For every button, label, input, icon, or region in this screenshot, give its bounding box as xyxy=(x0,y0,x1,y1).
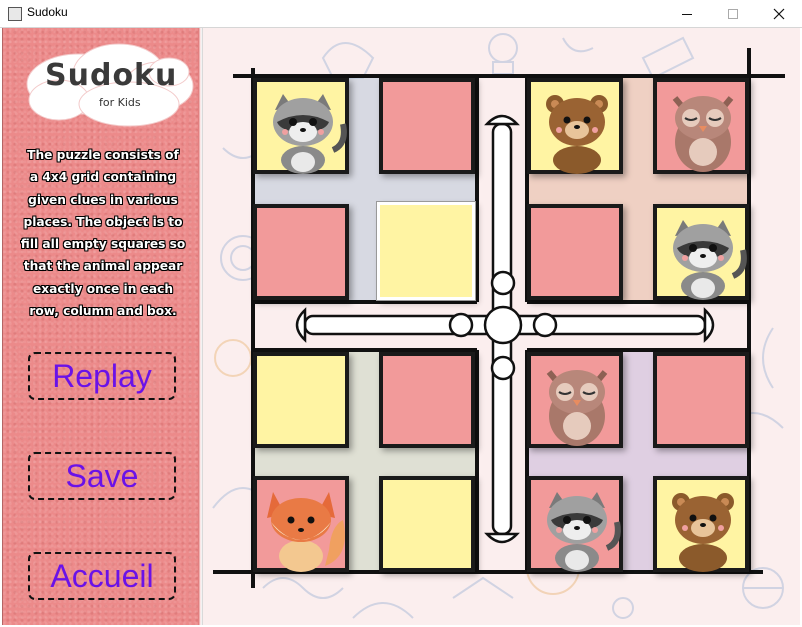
grid-cell-r4c3[interactable] xyxy=(527,476,623,572)
sidebar: Sudoku for Kids The puzzle consists of a… xyxy=(2,28,201,625)
close-icon xyxy=(773,8,785,19)
fox-icon xyxy=(267,492,345,572)
grid-cell-r3c3[interactable] xyxy=(527,352,623,448)
logo-title: Sudoku xyxy=(45,58,178,93)
grid-cell-r3c1[interactable] xyxy=(253,352,349,448)
maximize-button[interactable] xyxy=(710,0,756,27)
grid-cell-r4c4[interactable] xyxy=(653,476,749,572)
app-icon xyxy=(8,7,22,21)
bear-icon xyxy=(546,95,608,174)
raccoon-icon xyxy=(673,220,747,300)
game-board xyxy=(203,28,800,625)
grid-cell-r2c1[interactable] xyxy=(253,204,349,300)
grid-cell-r2c2-selected[interactable] xyxy=(377,202,475,300)
raccoon-icon xyxy=(273,94,347,174)
description-line: exactly once in each xyxy=(32,281,174,296)
grid-cell-r4c1[interactable] xyxy=(253,476,349,572)
game-description: The puzzle consists of a 4x4 grid contai… xyxy=(9,144,197,322)
description-line: row, column and box. xyxy=(29,304,177,319)
logo-subtitle: for Kids xyxy=(99,96,141,109)
description-line: a 4x4 grid containing xyxy=(29,170,177,185)
grid-cell-r2c3[interactable] xyxy=(527,204,623,300)
minimize-icon xyxy=(682,13,692,15)
save-button[interactable]: Save xyxy=(28,452,176,500)
raccoon-icon xyxy=(547,492,621,572)
description-line: The puzzle consists of xyxy=(27,148,179,162)
minimize-button[interactable] xyxy=(664,0,710,27)
grid-cell-r1c3[interactable] xyxy=(527,78,623,174)
title-bar: Sudoku xyxy=(0,0,802,28)
owl-icon xyxy=(546,370,608,446)
description-line: given clues in various xyxy=(28,192,178,207)
grid-cell-r1c1[interactable] xyxy=(253,78,349,174)
grid-cell-r1c4[interactable] xyxy=(653,78,749,174)
maximize-icon xyxy=(728,8,738,19)
grid-cell-r4c2[interactable] xyxy=(379,476,475,572)
grid-cell-r2c4[interactable] xyxy=(653,204,749,300)
grid-cell-r1c2[interactable] xyxy=(379,78,475,174)
close-button[interactable] xyxy=(756,0,802,27)
home-button[interactable]: Accueil xyxy=(28,552,176,600)
replay-button[interactable]: Replay xyxy=(28,352,176,400)
description-line: fill all empty squares so xyxy=(20,237,186,252)
bear-icon xyxy=(672,493,734,572)
grid-cell-r3c4[interactable] xyxy=(653,352,749,448)
grid-cell-r3c2[interactable] xyxy=(379,352,475,448)
description-line: places. The object is to xyxy=(23,214,183,229)
description-line: that the animal appear xyxy=(23,259,183,274)
window-title: Sudoku xyxy=(27,5,68,19)
owl-icon xyxy=(672,96,734,172)
